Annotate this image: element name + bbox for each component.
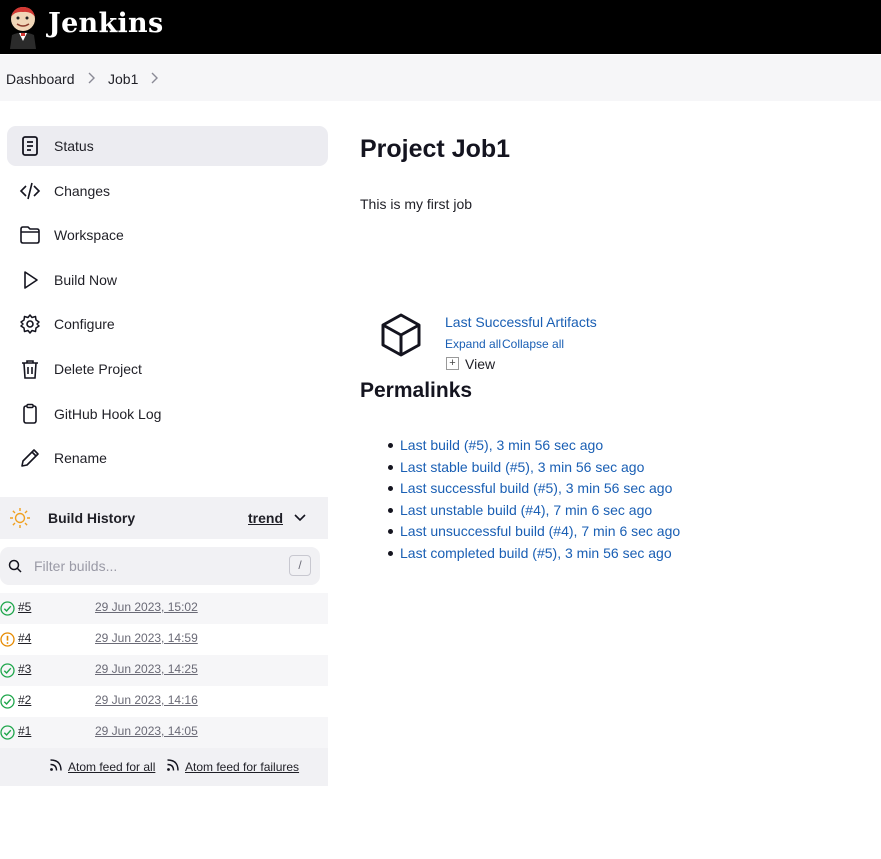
build-number-link[interactable]: #3 xyxy=(18,662,31,676)
expand-all-link[interactable]: Expand all xyxy=(445,337,501,351)
bullet xyxy=(388,550,393,556)
atom-feed-all-link[interactable]: Atom feed for all xyxy=(68,760,155,774)
unstable-warning-icon xyxy=(0,632,15,647)
build-row[interactable]: #5 29 Jun 2023, 15:02 xyxy=(0,593,328,624)
success-check-icon xyxy=(0,694,15,709)
task-label: Configure xyxy=(54,316,115,332)
bullet xyxy=(388,442,393,448)
chevron-down-icon[interactable] xyxy=(294,513,306,523)
build-row[interactable]: #2 29 Jun 2023, 14:16 xyxy=(0,686,328,717)
play-icon xyxy=(24,271,38,289)
trend-link[interactable]: trend xyxy=(248,510,283,526)
permalink-text[interactable]: Last unstable build (#4), 7 min 6 sec ag… xyxy=(400,502,652,518)
build-history-header: Build History trend xyxy=(0,497,328,539)
clipboard-icon xyxy=(23,403,37,424)
permalink-text[interactable]: Last unsuccessful build (#4), 7 min 6 se… xyxy=(400,523,680,539)
permalink-text[interactable]: Last successful build (#5), 3 min 56 sec… xyxy=(400,480,672,496)
build-row[interactable]: #3 29 Jun 2023, 14:25 xyxy=(0,655,328,686)
task-rename[interactable]: Rename xyxy=(7,438,328,478)
chevron-right-icon[interactable] xyxy=(149,71,159,85)
success-check-icon xyxy=(0,601,15,616)
build-number-link[interactable]: #2 xyxy=(18,693,31,707)
success-check-icon xyxy=(0,725,15,740)
permalink-text[interactable]: Last stable build (#5), 3 min 56 sec ago xyxy=(400,459,644,475)
breadcrumb-job1[interactable]: Job1 xyxy=(108,71,138,87)
permalink-item[interactable]: Last successful build (#5), 3 min 56 sec… xyxy=(388,480,672,496)
bullet xyxy=(388,485,393,491)
permalink-text[interactable]: Last completed build (#5), 3 min 56 sec … xyxy=(400,545,672,561)
task-label: Build Now xyxy=(54,272,118,288)
task-configure[interactable]: Configure xyxy=(7,304,328,344)
permalink-item[interactable]: Last unstable build (#4), 7 min 6 sec ag… xyxy=(388,502,652,518)
task-label: Changes xyxy=(54,183,111,199)
task-workspace[interactable]: Workspace xyxy=(7,215,328,255)
permalink-text[interactable]: Last build (#5), 3 min 56 sec ago xyxy=(400,437,603,453)
bullet xyxy=(388,528,393,534)
pencil-icon xyxy=(21,449,39,467)
task-label: Delete Project xyxy=(54,361,142,377)
build-row[interactable]: #4 29 Jun 2023, 14:59 xyxy=(0,624,328,655)
folder-icon xyxy=(20,226,40,244)
search-icon xyxy=(8,559,22,573)
bullet xyxy=(388,507,393,513)
document-icon xyxy=(22,136,38,156)
breadcrumb-dashboard[interactable]: Dashboard xyxy=(6,71,75,87)
task-github-hook-log[interactable]: GitHub Hook Log xyxy=(7,394,328,434)
build-date-link[interactable]: 29 Jun 2023, 15:02 xyxy=(95,600,198,614)
top-header: Jenkins xyxy=(0,0,881,54)
task-build-now[interactable]: Build Now xyxy=(7,260,328,300)
sun-icon xyxy=(10,508,30,528)
view-label[interactable]: View xyxy=(465,356,495,372)
package-icon xyxy=(381,313,421,357)
expand-plus-icon[interactable]: + xyxy=(446,357,459,370)
atom-feed-failures-link[interactable]: Atom feed for failures xyxy=(185,760,299,774)
trash-icon xyxy=(22,360,38,379)
build-number-link[interactable]: #1 xyxy=(18,724,31,738)
task-label: Workspace xyxy=(54,227,124,243)
chevron-right-icon xyxy=(88,72,95,84)
permalinks-title: Permalinks xyxy=(360,379,473,402)
build-date-link[interactable]: 29 Jun 2023, 14:25 xyxy=(95,662,198,676)
build-number-link[interactable]: #4 xyxy=(18,631,31,645)
rss-icon xyxy=(167,759,179,771)
project-description: This is my first job xyxy=(360,196,473,212)
success-check-icon xyxy=(0,663,15,678)
permalink-item[interactable]: Last completed build (#5), 3 min 56 sec … xyxy=(388,545,672,561)
brand-title[interactable]: Jenkins xyxy=(48,8,163,39)
filter-builds-box: / xyxy=(0,547,320,585)
page-title: Project Job1 xyxy=(360,135,511,163)
last-successful-artifacts-link[interactable]: Last Successful Artifacts xyxy=(445,314,597,330)
bullet xyxy=(388,464,393,470)
build-date-link[interactable]: 29 Jun 2023, 14:05 xyxy=(95,724,198,738)
task-label: Rename xyxy=(54,450,107,466)
build-date-link[interactable]: 29 Jun 2023, 14:16 xyxy=(95,693,198,707)
permalink-item[interactable]: Last unsuccessful build (#4), 7 min 6 se… xyxy=(388,523,680,539)
permalink-item[interactable]: Last stable build (#5), 3 min 56 sec ago xyxy=(388,459,644,475)
atom-feeds: Atom feed for all Atom feed for failures xyxy=(0,748,328,786)
gear-icon xyxy=(20,314,40,334)
build-row[interactable]: #1 29 Jun 2023, 14:05 xyxy=(0,717,328,748)
breadcrumb: Dashboard Job1 xyxy=(0,55,881,101)
build-date-link[interactable]: 29 Jun 2023, 14:59 xyxy=(95,631,198,645)
task-label: GitHub Hook Log xyxy=(54,406,162,422)
collapse-all-link[interactable]: Collapse all xyxy=(502,337,564,351)
task-status[interactable]: Status xyxy=(7,126,328,166)
permalink-item[interactable]: Last build (#5), 3 min 56 sec ago xyxy=(388,437,603,453)
task-label: Status xyxy=(54,138,94,154)
task-changes[interactable]: Changes xyxy=(7,171,328,211)
code-icon xyxy=(19,182,41,200)
filter-builds-input[interactable] xyxy=(34,556,274,576)
build-history-title: Build History xyxy=(48,510,136,526)
filter-shortcut-key: / xyxy=(289,555,311,576)
task-delete-project[interactable]: Delete Project xyxy=(7,349,328,389)
jenkins-logo-icon[interactable] xyxy=(6,5,40,49)
build-number-link[interactable]: #5 xyxy=(18,600,31,614)
rss-icon xyxy=(50,759,62,771)
